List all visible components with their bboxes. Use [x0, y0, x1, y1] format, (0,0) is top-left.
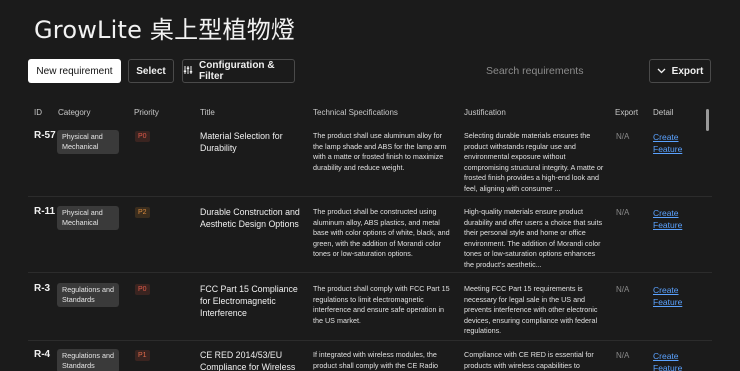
export-label: Export	[671, 65, 704, 77]
search-input[interactable]: Search requirements	[475, 60, 640, 82]
row-title[interactable]: FCC Part 15 Compliance for Electromagnet…	[200, 283, 302, 319]
chevron-down-icon	[657, 66, 666, 76]
row-divider	[28, 340, 712, 341]
row-title[interactable]: CE RED 2014/53/EU Compliance for Wireles…	[200, 349, 302, 371]
create-feature-workspace-link[interactable]: Create Feature Workspace	[653, 350, 701, 371]
row-id: R-4	[34, 349, 51, 360]
row-export: N/A	[616, 132, 630, 141]
col-title: Title	[200, 108, 215, 117]
row-spec: The product shall use aluminum alloy for…	[313, 131, 447, 172]
row-divider	[28, 196, 712, 197]
sort-icon: ⌃⌄	[60, 109, 72, 116]
category-badge: Regulations and Standards	[57, 349, 119, 371]
configuration-filter-button[interactable]: Configuration & Filter	[182, 59, 295, 83]
row-id: R-57	[34, 130, 56, 141]
row-id: R-11	[34, 206, 56, 217]
scrollbar[interactable]	[706, 109, 709, 131]
category-badge: Regulations and Standards	[57, 283, 119, 307]
row-export: N/A	[616, 208, 630, 217]
table-header: ID Category ⌃⌄ Priority ⌃⌄ Title Technical…	[0, 108, 740, 120]
row-title[interactable]: Durable Construction and Aesthetic Desig…	[200, 206, 302, 230]
col-export: Export	[615, 108, 639, 117]
search-placeholder: Search requirements	[486, 65, 584, 77]
priority-badge: P1	[135, 350, 150, 361]
select-button[interactable]: Select	[128, 59, 174, 83]
priority-badge: P2	[135, 207, 150, 218]
create-feature-workspace-link[interactable]: Create Feature Workspace	[653, 131, 701, 155]
row-export: N/A	[616, 351, 630, 360]
row-justification: Meeting FCC Part 15 requirements is nece…	[464, 284, 598, 335]
priority-badge: P0	[135, 131, 150, 142]
sliders-icon	[183, 65, 193, 78]
row-title[interactable]: Material Selection for Durability	[200, 130, 302, 154]
category-badge: Physical and Mechanical	[57, 206, 119, 230]
category-badge: Physical and Mechanical	[57, 130, 119, 154]
priority-badge: P0	[135, 284, 150, 295]
row-justification: Selecting durable materials ensures the …	[464, 131, 604, 193]
sort-icon: ⌃⌄	[136, 109, 148, 116]
col-id: ID	[34, 108, 42, 117]
configuration-filter-label: Configuration & Filter	[199, 60, 275, 82]
col-detail: Detail	[653, 108, 674, 117]
page-title: GrowLite 桌上型植物燈	[34, 16, 296, 44]
export-button[interactable]: Export	[649, 59, 711, 83]
row-justification: High-quality materials ensure product du…	[464, 207, 603, 269]
row-spec: The product shall comply with FCC Part 1…	[313, 284, 450, 325]
new-requirement-button[interactable]: New requirement	[28, 59, 121, 83]
row-spec: The product shall be constructed using a…	[313, 207, 450, 258]
row-export: N/A	[616, 285, 630, 294]
row-id: R-3	[34, 283, 51, 294]
row-justification: Compliance with CE RED is essential for …	[464, 350, 594, 370]
create-feature-workspace-link[interactable]: Create Feature Workspace	[653, 207, 701, 231]
row-divider	[28, 272, 712, 273]
col-spec: Technical Specifications	[313, 108, 398, 117]
col-justification: Justification	[464, 108, 506, 117]
row-spec: If integrated with wireless modules, the…	[313, 350, 439, 370]
create-feature-workspace-link[interactable]: Create Feature Workspace	[653, 284, 701, 308]
